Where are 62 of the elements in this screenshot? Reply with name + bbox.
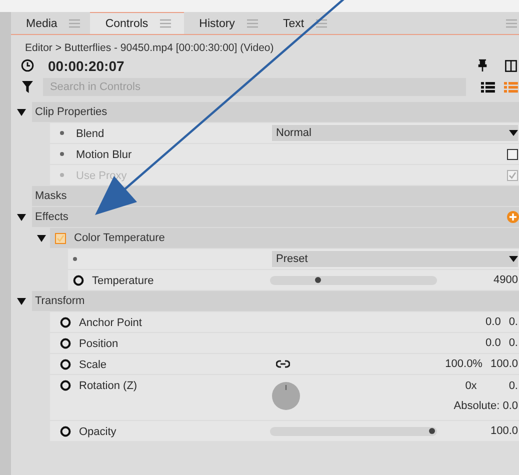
property-label: Scale (79, 359, 107, 371)
property-label: Temperature (92, 275, 154, 287)
section-header[interactable]: Masks (32, 186, 519, 206)
timecode: 00:00:20:07 (48, 58, 124, 74)
property-label: Position (79, 338, 118, 350)
value-text: 0. (508, 337, 518, 349)
dropdown[interactable]: Preset (272, 251, 518, 267)
keyframe-circle-icon[interactable] (60, 426, 71, 437)
property-label: Blend (76, 128, 104, 140)
section-title: Masks (35, 190, 68, 202)
effect-checkbox[interactable] (55, 232, 66, 244)
pin-icon[interactable] (478, 59, 487, 72)
dropdown[interactable]: Normal (272, 125, 518, 141)
expand-arrow-icon[interactable] (17, 108, 26, 116)
list-view-icon[interactable] (481, 82, 496, 92)
slider-track[interactable] (270, 276, 437, 284)
slider-thumb[interactable] (315, 277, 322, 283)
panel-tab[interactable]: History (184, 12, 268, 34)
link-icon[interactable] (276, 360, 290, 368)
value-text: 0.0 (486, 337, 501, 349)
effect-header[interactable]: Color Temperature (50, 228, 519, 248)
absolute-value-text: Absolute: 0.0 (454, 400, 518, 412)
keyframe-circle-icon[interactable] (73, 275, 84, 286)
property-label: Anchor Point (79, 317, 142, 329)
keyframe-circle-icon[interactable] (60, 380, 71, 391)
keyframe-circle-icon[interactable] (60, 338, 71, 349)
property-label: Rotation (Z) (79, 380, 138, 392)
slider-track[interactable] (270, 426, 437, 436)
breadcrumb: Editor > Butterflies - 90450.mp4 [00:00:30:00] (Video) (24, 41, 275, 55)
caret-icon (509, 256, 518, 262)
value-text: 0x (465, 380, 477, 392)
keyframe-circle-icon[interactable] (60, 317, 71, 328)
value-text: 100.0% (445, 358, 482, 370)
caret-icon (509, 130, 518, 136)
value-text: 0.0 (486, 316, 501, 328)
section-header[interactable]: Transform (32, 291, 519, 311)
menu-icon[interactable] (316, 19, 328, 28)
expand-arrow-icon[interactable] (36, 234, 46, 242)
section-title: Effects (35, 211, 70, 223)
panel-tab[interactable]: Controls (90, 12, 184, 34)
property-label: Opacity (79, 426, 116, 438)
section-title: Clip Properties (35, 106, 108, 118)
expand-arrow-icon[interactable] (17, 214, 26, 220)
panel-tab[interactable]: Text (268, 12, 338, 34)
section-header[interactable]: Clip Properties (32, 102, 519, 122)
expand-arrow-icon[interactable] (17, 298, 26, 304)
section-title: Transform (35, 295, 86, 307)
effect-title: Color Temperature (74, 232, 165, 244)
value-text: 100.0 (489, 425, 518, 437)
section-header[interactable]: Effects (32, 207, 519, 227)
slider-thumb[interactable] (428, 428, 435, 434)
filter-icon[interactable] (22, 81, 33, 93)
value-text: 0. (508, 380, 518, 392)
value-text: 0. (508, 316, 518, 328)
value-text: 4900 (492, 274, 518, 286)
clock-icon (21, 59, 34, 72)
panel-tab[interactable]: Media (11, 12, 90, 34)
property-label: Motion Blur (76, 149, 132, 161)
checkbox[interactable] (507, 148, 518, 160)
keyframe-circle-icon[interactable] (60, 359, 71, 370)
value-text: 100.0 (490, 358, 518, 370)
split-panel-icon[interactable] (505, 60, 517, 72)
